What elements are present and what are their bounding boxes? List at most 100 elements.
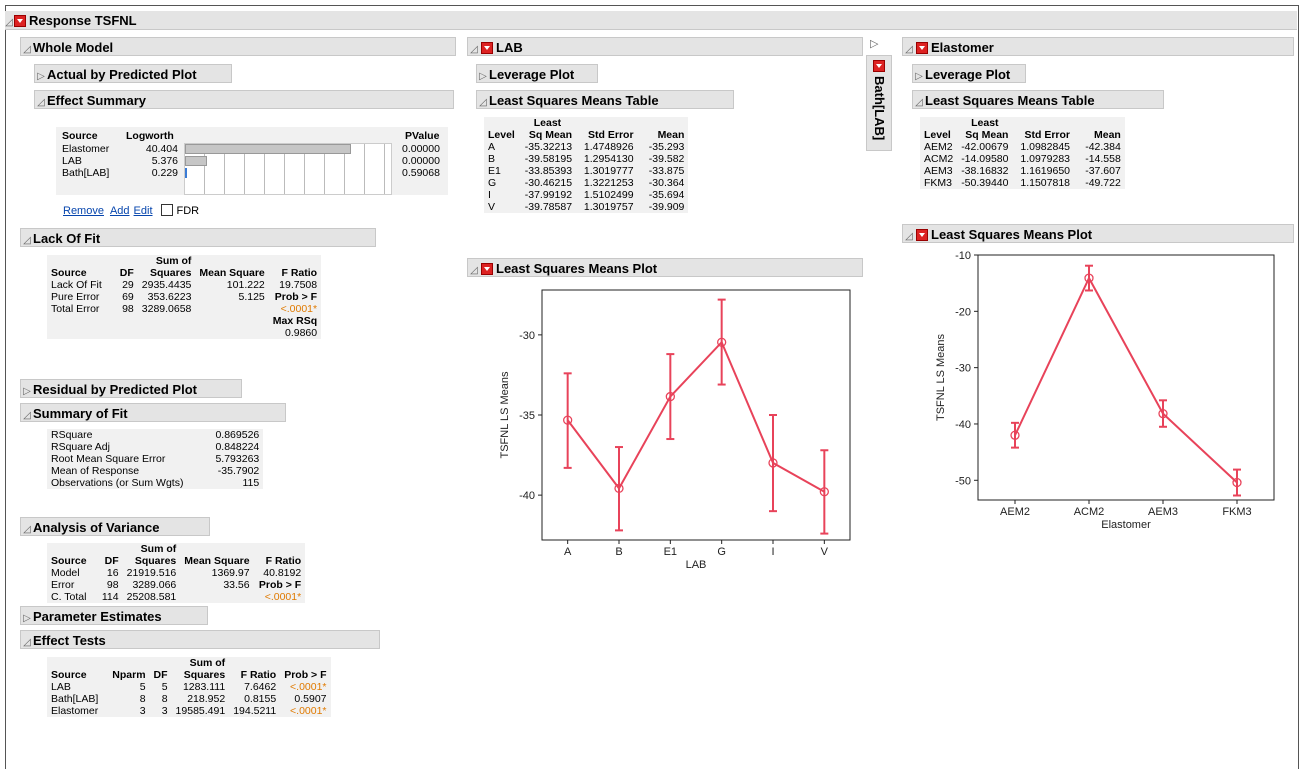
table-row: B -39.58195 1.2954130 -39.582 — [484, 153, 688, 165]
disclosure-open-icon[interactable]: ◿ — [21, 406, 33, 425]
effect-tests-header[interactable]: ◿ Effect Tests — [20, 630, 380, 649]
lab-ls-means-chart: -30 -35 -40 A B E1 G I V LAB TSFNL LS Means — [499, 289, 851, 571]
ls-plot-title: Least Squares Means Plot — [496, 261, 658, 276]
bath-lab-label: Bath[LAB] — [872, 76, 887, 141]
lab-ls-table: Least Level Sq Mean Std Error Mean A -35.… — [484, 117, 689, 213]
lab-leverage-plot-header[interactable]: ▷ Leverage Plot — [476, 64, 598, 83]
remove-link[interactable]: Remove — [63, 205, 104, 217]
cell: -30.46215 — [524, 177, 573, 189]
disclosure-closed-icon[interactable]: ▷ — [21, 382, 33, 401]
lab-header[interactable]: ◿ LAB — [467, 37, 863, 56]
lack-of-fit-table: Sum of Source DF Squares Mean Square F R… — [47, 255, 322, 339]
col-fratio: F Ratio — [240, 669, 277, 681]
disclosure-open-icon[interactable]: ◿ — [35, 93, 47, 112]
leverage-plot-title: Leverage Plot — [925, 67, 1011, 82]
col-least: Least — [533, 117, 562, 129]
lack-of-fit-header[interactable]: ◿ Lack Of Fit — [20, 228, 376, 247]
parameter-estimates-header[interactable]: ▷ Parameter Estimates — [20, 606, 208, 625]
lab-ls-plot-header[interactable]: ◿ Least Squares Means Plot — [467, 258, 863, 277]
col-probf: Prob > F — [284, 669, 327, 681]
y-axis-label: TSFNL LS Means — [499, 371, 511, 459]
table-row: A -35.32213 1.4748926 -35.293 — [484, 141, 688, 153]
x-tick-label: AEM3 — [1148, 506, 1178, 518]
cell: -50.39440 — [961, 177, 1009, 189]
elastomer-ls-table-header[interactable]: ◿ Least Squares Means Table — [912, 90, 1164, 109]
cell: 0.5907 — [294, 693, 327, 705]
disclosure-open-icon[interactable]: ◿ — [5, 13, 13, 32]
col-std-error: Std Error — [1024, 129, 1070, 141]
red-triangle-menu-icon[interactable] — [916, 228, 928, 241]
elastomer-leverage-plot-header[interactable]: ▷ Leverage Plot — [912, 64, 1026, 83]
red-triangle-menu-icon[interactable] — [14, 14, 26, 27]
anova-header[interactable]: ◿ Analysis of Variance — [20, 517, 210, 536]
elastomer-ls-plot-header[interactable]: ◿ Least Squares Means Plot — [902, 224, 1294, 243]
disclosure-open-icon[interactable]: ◿ — [477, 93, 489, 112]
cell: AEM2 — [924, 141, 953, 153]
prob-f-value: <.0001* — [264, 591, 302, 603]
residual-by-predicted-header[interactable]: ▷ Residual by Predicted Plot — [20, 379, 242, 398]
x-tick-label: B — [615, 546, 622, 558]
fdr-checkbox[interactable] — [160, 204, 173, 216]
cell: B — [488, 153, 496, 165]
cell: Error — [51, 579, 75, 591]
response-title: Response TSFNL — [29, 13, 137, 28]
ls-plot-title: Least Squares Means Plot — [931, 227, 1093, 242]
red-triangle-menu-icon[interactable] — [481, 262, 493, 275]
red-triangle-menu-icon[interactable] — [873, 60, 885, 72]
col-squares: Squares — [134, 555, 177, 567]
cell: -37.99192 — [524, 189, 573, 201]
y-tick-label: -30 — [955, 363, 971, 375]
disclosure-closed-icon[interactable]: ▷ — [21, 609, 33, 628]
edit-link[interactable]: Edit — [134, 205, 153, 217]
disclosure-open-icon[interactable]: ◿ — [21, 40, 33, 59]
ls-table-title: Least Squares Means Table — [489, 93, 659, 108]
cell: 40.8192 — [263, 567, 302, 579]
cell: -39.58195 — [524, 153, 573, 165]
red-triangle-menu-icon[interactable] — [916, 41, 928, 54]
table-row: AEM2 -42.00679 1.0982845 -42.384 — [920, 141, 1125, 153]
whole-model-header[interactable]: ◿ Whole Model — [20, 37, 456, 56]
disclosure-open-icon[interactable]: ◿ — [913, 93, 925, 112]
col-source: Source — [51, 267, 87, 279]
anova-title: Analysis of Variance — [33, 520, 160, 535]
disclosure-open-icon[interactable]: ◿ — [903, 227, 915, 246]
lab-ls-table-header[interactable]: ◿ Least Squares Means Table — [476, 90, 734, 109]
effect-logworth-value: 5.376 — [151, 155, 178, 167]
logworth-bar — [185, 144, 352, 154]
summary-of-fit-header[interactable]: ◿ Summary of Fit — [20, 403, 286, 422]
cell: 21919.516 — [126, 567, 177, 579]
disclosure-open-icon[interactable]: ◿ — [903, 40, 915, 59]
bath-lab-collapse-icon[interactable]: ▷ — [870, 37, 878, 50]
cell: Total Error — [51, 303, 100, 315]
cell: -14.09580 — [961, 153, 1009, 165]
cell: 1.0982845 — [1020, 141, 1070, 153]
col-std-error: Std Error — [588, 129, 634, 141]
add-link[interactable]: Add — [110, 205, 130, 217]
disclosure-open-icon[interactable]: ◿ — [468, 261, 480, 280]
disclosure-open-icon[interactable]: ◿ — [468, 40, 480, 59]
cell: 218.952 — [187, 693, 226, 705]
cell: 19585.491 — [175, 705, 226, 717]
cell: Observations (or Sum Wgts) — [51, 477, 184, 489]
table-row: Pure Error 69 353.6223 5.125 Prob > F — [47, 291, 321, 303]
disclosure-closed-icon[interactable]: ▷ — [477, 67, 489, 86]
disclosure-open-icon[interactable]: ◿ — [21, 520, 33, 539]
cell: AEM3 — [924, 165, 953, 177]
col-mean-square: Mean Square — [184, 555, 250, 567]
col-sq-mean: Sq Mean — [965, 129, 1009, 141]
disclosure-open-icon[interactable]: ◿ — [21, 231, 33, 250]
effect-pvalue: 0.00000 — [402, 143, 440, 155]
bath-lab-vertical-tab[interactable]: Bath[LAB] — [866, 55, 892, 151]
cell: 8 — [161, 693, 168, 705]
response-header[interactable]: ◿ Response TSFNL — [5, 11, 1297, 30]
red-triangle-menu-icon[interactable] — [481, 41, 493, 54]
disclosure-open-icon[interactable]: ◿ — [21, 633, 33, 652]
cell: 1369.97 — [211, 567, 250, 579]
elastomer-header[interactable]: ◿ Elastomer — [902, 37, 1294, 56]
disclosure-closed-icon[interactable]: ▷ — [35, 67, 47, 86]
actual-by-predicted-header[interactable]: ▷ Actual by Predicted Plot — [34, 64, 232, 83]
cell: 1283.111 — [182, 681, 226, 693]
disclosure-closed-icon[interactable]: ▷ — [913, 67, 925, 86]
table-row: I -37.99192 1.5102499 -35.694 — [484, 189, 688, 201]
effect-summary-header[interactable]: ◿ Effect Summary — [34, 90, 454, 109]
